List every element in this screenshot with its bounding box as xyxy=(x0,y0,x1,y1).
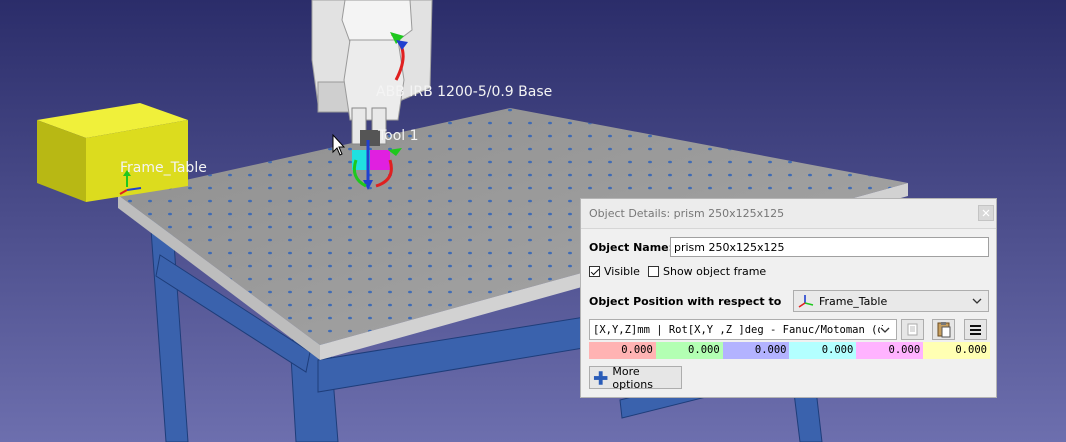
format-chevron-down-icon xyxy=(880,326,890,334)
pose-value-ry[interactable]: 0.000 xyxy=(856,342,924,359)
copy-button[interactable] xyxy=(901,319,924,340)
position-label: Object Position with respect to xyxy=(589,295,782,308)
chevron-down-icon xyxy=(972,298,982,304)
close-button[interactable] xyxy=(978,205,994,221)
pose-format-value: [X,Y,Z]mm | Rot[X,Y ,Z ]deg - Fanuc/Moto… xyxy=(593,323,884,336)
reference-frame-select[interactable]: Frame_Table xyxy=(793,290,989,312)
show-frame-label: Show object frame xyxy=(663,265,767,278)
dialog-title: Object Details: prism 250x125x125 xyxy=(589,207,785,220)
pose-value-x[interactable]: 0.000 xyxy=(589,342,656,359)
object-name-label: Object Name: xyxy=(589,241,674,254)
close-icon xyxy=(982,209,990,217)
show-frame-checkbox[interactable]: Show object frame xyxy=(648,265,766,278)
menu-button[interactable] xyxy=(964,319,987,340)
visible-checkbox-box[interactable] xyxy=(589,266,600,277)
frame-axes-icon xyxy=(798,295,814,308)
pose-format-select[interactable]: [X,Y,Z]mm | Rot[X,Y ,Z ]deg - Fanuc/Moto… xyxy=(589,319,897,340)
object-details-dialog: Object Details: prism 250x125x125 Object… xyxy=(580,198,997,398)
pose-value-z[interactable]: 0.000 xyxy=(722,342,790,359)
more-options-label: More options xyxy=(612,364,653,391)
pose-value-y[interactable]: 0.000 xyxy=(655,342,723,359)
frame-table-label: Frame_Table xyxy=(120,160,207,176)
reference-frame-value: Frame_Table xyxy=(819,294,888,308)
pose-value-rx[interactable]: 0.000 xyxy=(789,342,857,359)
visible-checkbox[interactable]: Visible xyxy=(589,265,640,278)
plus-icon xyxy=(593,370,608,385)
more-options-button[interactable]: More options xyxy=(589,364,682,391)
visible-label: Visible xyxy=(604,265,640,278)
show-frame-checkbox-box[interactable] xyxy=(648,266,659,277)
pose-value-rz[interactable]: 0.000 xyxy=(923,342,990,359)
object-name-input[interactable] xyxy=(670,237,989,257)
paste-button[interactable] xyxy=(932,319,955,340)
robot-base-label: ABB IRB 1200-5/0.9 Base xyxy=(376,84,553,100)
pose-values-row: 0.000 0.000 0.000 0.000 0.000 0.000 xyxy=(589,342,990,359)
menu-icon xyxy=(970,325,981,335)
dialog-titlebar[interactable]: Object Details: prism 250x125x125 xyxy=(581,199,996,229)
copy-icon xyxy=(907,323,918,336)
tool-label: Tool 1 xyxy=(378,128,419,144)
paste-icon xyxy=(937,322,951,338)
prism-object xyxy=(37,103,188,202)
